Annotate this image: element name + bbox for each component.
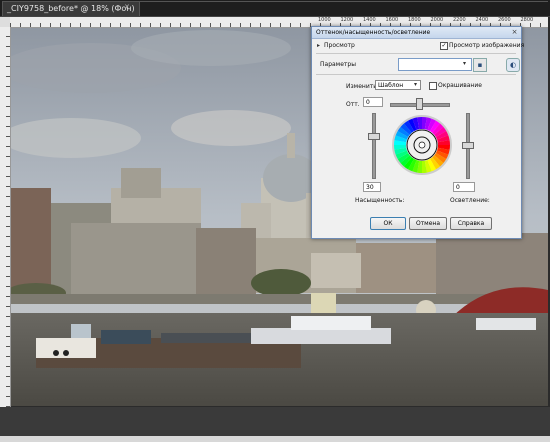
- preview-row: ▸ Просмотр ✓ Просмотр изображения: [315, 40, 524, 51]
- color-wheel-segment: [434, 152, 447, 163]
- preview-image-checkbox[interactable]: ✓: [440, 42, 448, 50]
- color-wheel-segment: [429, 120, 440, 133]
- color-wheel-segment: [435, 150, 449, 159]
- ruler-tick-label: 1200: [340, 17, 354, 23]
- tab-strip: [137, 1, 548, 16]
- status-strip: [0, 436, 550, 442]
- saturation-slider-track[interactable]: [372, 113, 376, 179]
- document-tab[interactable]: _CIY9758_before* @ 18% (Фон): [2, 1, 140, 16]
- document-tab-title: _CIY9758_before* @ 18% (Фон): [7, 4, 135, 13]
- ruler-tick-label: 2200: [453, 17, 466, 23]
- color-wheel-segment: [429, 157, 440, 170]
- color-wheel-segment: [412, 159, 420, 173]
- chevron-down-icon[interactable]: ▾: [463, 60, 466, 68]
- preview-image-label: Просмотр изображения: [449, 42, 525, 49]
- vertical-ruler[interactable]: [0, 27, 11, 407]
- color-wheel-segment: [394, 135, 408, 143]
- ruler-tick-label: 1400: [363, 17, 376, 23]
- close-icon[interactable]: ×: [510, 28, 519, 37]
- color-wheel-segment: [408, 118, 417, 132]
- color-wheel-segment: [394, 147, 408, 155]
- color-wheel-segment: [395, 131, 409, 140]
- color-wheel-segment: [436, 135, 450, 143]
- color-wheel-segment: [427, 118, 436, 132]
- close-tab-icon[interactable]: x: [122, 2, 132, 12]
- ruler-tick-label: 2000: [430, 17, 444, 23]
- color-wheel-segment: [436, 147, 450, 155]
- hue-label: Отт.: [346, 101, 360, 108]
- color-wheel-segment: [404, 157, 415, 170]
- divider: [316, 53, 516, 54]
- colorize-checkbox[interactable]: [429, 82, 437, 90]
- divider: [316, 74, 516, 75]
- lightness-input[interactable]: 0: [453, 182, 475, 192]
- options-icon: ◐: [509, 61, 517, 69]
- color-wheel-segment: [397, 152, 410, 163]
- color-wheel-segment: [432, 155, 444, 167]
- color-wheel-segment: [427, 158, 436, 172]
- lightness-label: Осветление:: [450, 197, 490, 204]
- color-wheel-segment: [412, 117, 420, 131]
- ruler-corner: [0, 17, 10, 27]
- color-wheel-segment: [424, 117, 432, 131]
- parameters-label: Параметры: [320, 61, 356, 68]
- color-wheel-segment: [435, 131, 449, 140]
- color-wheel-segment: [395, 150, 409, 159]
- preview-toggle[interactable]: Просмотр: [324, 41, 355, 50]
- dialog-title-bar[interactable]: Оттенок/насыщенность/осветление ×: [312, 27, 521, 39]
- ruler-tick-label: 2600: [498, 17, 511, 23]
- ok-button[interactable]: ОК: [370, 217, 406, 230]
- expand-preview-icon[interactable]: ▸: [317, 41, 320, 50]
- floppy-icon: ▪: [477, 61, 483, 69]
- options-button[interactable]: ◐: [506, 58, 520, 72]
- color-wheel-segment: [424, 159, 432, 173]
- color-wheel-segment: [404, 120, 415, 133]
- ruler-tick-label: 1000: [318, 17, 331, 23]
- chevron-down-icon[interactable]: ▾: [414, 80, 417, 90]
- color-wheel-segment: [408, 158, 417, 172]
- help-button[interactable]: Справка: [450, 217, 492, 230]
- saturation-input[interactable]: 30: [363, 182, 381, 192]
- color-wheel-segment: [397, 127, 410, 138]
- colorize-label: Окрашивание: [438, 82, 482, 89]
- color-wheel-segment: [432, 123, 444, 135]
- hue-input[interactable]: 0: [363, 97, 383, 107]
- save-preset-button[interactable]: ▪: [473, 58, 487, 72]
- ruler-tick-label: 2400: [475, 17, 489, 23]
- cancel-button[interactable]: Отмена: [409, 217, 447, 230]
- saturation-slider-thumb[interactable]: [368, 133, 380, 140]
- color-wheel-segment: [400, 155, 412, 167]
- hue-saturation-dialog: Оттенок/насыщенность/осветление × ▸ Прос…: [311, 26, 524, 239]
- ruler-tick-label: 2800: [520, 17, 534, 23]
- ruler-tick-label: 1800: [408, 17, 421, 23]
- ruler-tick-label: 1600: [385, 17, 399, 23]
- color-wheel-segment: [400, 123, 412, 135]
- edit-channel-label: Изменить:: [346, 83, 379, 90]
- hue-slider-thumb[interactable]: [416, 98, 423, 110]
- dialog-title: Оттенок/насыщенность/осветление: [316, 29, 431, 36]
- lightness-slider-thumb[interactable]: [462, 142, 474, 149]
- color-wheel-segment: [434, 127, 447, 138]
- saturation-label: Насыщенность:: [355, 197, 405, 204]
- parameters-select[interactable]: [398, 58, 472, 71]
- color-wheel[interactable]: [392, 115, 452, 175]
